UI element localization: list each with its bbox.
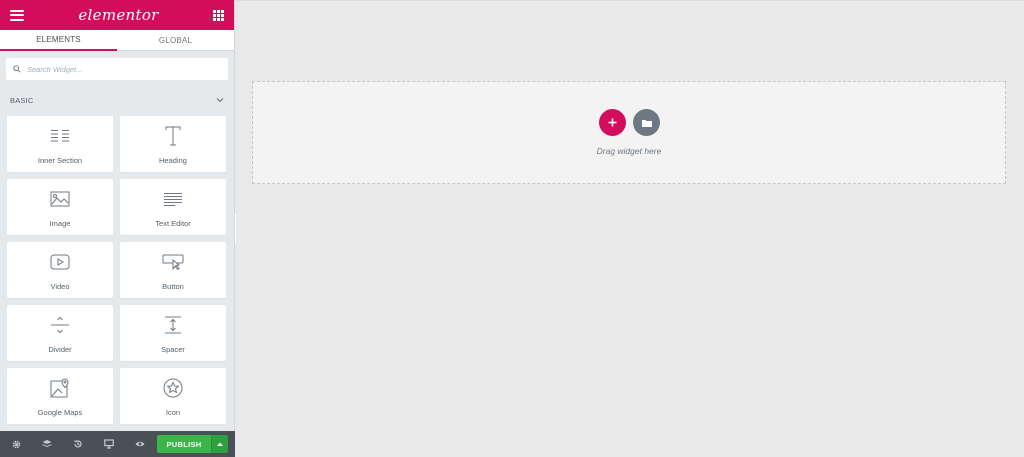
panel-tabs: ELEMENTS GLOBAL bbox=[0, 30, 234, 51]
folder-icon bbox=[641, 119, 652, 127]
add-section-button[interactable] bbox=[599, 109, 626, 136]
navigator-icon[interactable] bbox=[42, 439, 52, 449]
widget-divider[interactable]: Divider bbox=[7, 305, 113, 361]
tab-global[interactable]: GLOBAL bbox=[117, 30, 234, 51]
widget-label: Image bbox=[49, 219, 71, 228]
settings-icon[interactable] bbox=[11, 439, 21, 449]
button-icon bbox=[162, 254, 184, 270]
category-label: BASIC bbox=[10, 95, 34, 105]
widget-label: Button bbox=[162, 282, 184, 291]
panel-footer: PUBLISH bbox=[0, 431, 235, 457]
spacer-icon bbox=[165, 316, 181, 334]
search-input[interactable] bbox=[27, 64, 207, 74]
drop-hint-text: Drag widget here bbox=[596, 146, 662, 156]
preview-canvas: Drag widget here bbox=[236, 0, 1024, 457]
star-icon bbox=[163, 378, 183, 398]
add-section-dropzone[interactable]: Drag widget here bbox=[252, 81, 1006, 184]
divider-icon bbox=[51, 316, 69, 334]
heading-icon bbox=[165, 126, 181, 146]
panel-header: elementor bbox=[0, 0, 234, 30]
widget-label: Video bbox=[50, 282, 70, 291]
widget-video[interactable]: Video bbox=[7, 242, 113, 298]
widget-inner-section[interactable]: Inner Section bbox=[7, 116, 113, 172]
widget-label: Inner Section bbox=[37, 156, 83, 165]
hamburger-icon[interactable] bbox=[10, 9, 24, 21]
widget-label: Text Editor bbox=[155, 219, 191, 228]
widget-image[interactable]: Image bbox=[7, 179, 113, 235]
widget-google-maps[interactable]: Google Maps bbox=[7, 368, 113, 424]
search-icon bbox=[13, 65, 21, 73]
add-template-button[interactable] bbox=[633, 109, 660, 136]
inner-section-icon bbox=[51, 130, 69, 142]
widget-label: Spacer bbox=[161, 345, 185, 354]
history-icon[interactable] bbox=[73, 439, 83, 449]
google-maps-icon bbox=[50, 378, 69, 398]
chevron-down-icon bbox=[216, 98, 224, 103]
preview-icon[interactable] bbox=[135, 439, 145, 449]
widget-text-editor[interactable]: Text Editor bbox=[120, 179, 226, 235]
image-icon bbox=[50, 191, 70, 207]
editor-panel: elementor ELEMENTS GLOBAL BASIC Inner Se… bbox=[0, 0, 235, 457]
tab-elements[interactable]: ELEMENTS bbox=[0, 30, 117, 51]
publish-options-button[interactable] bbox=[211, 435, 228, 453]
plus-icon bbox=[608, 118, 617, 127]
widget-label: Divider bbox=[48, 345, 72, 354]
widget-label: Heading bbox=[159, 156, 187, 165]
video-icon bbox=[50, 254, 70, 270]
chevron-up-icon bbox=[217, 442, 223, 446]
category-basic[interactable]: BASIC bbox=[0, 92, 234, 108]
widget-spacer[interactable]: Spacer bbox=[120, 305, 226, 361]
widget-grid: Inner Section Heading Image Text Editor … bbox=[7, 116, 228, 424]
widget-button[interactable]: Button bbox=[120, 242, 226, 298]
widget-label: Icon bbox=[165, 408, 181, 417]
elementor-logo: elementor bbox=[78, 6, 159, 24]
widget-heading[interactable]: Heading bbox=[120, 116, 226, 172]
text-editor-icon bbox=[164, 192, 182, 206]
search-box bbox=[6, 58, 228, 80]
publish-button[interactable]: PUBLISH bbox=[157, 435, 211, 453]
widget-label: Google Maps bbox=[37, 408, 83, 417]
grid-icon[interactable] bbox=[213, 9, 224, 21]
responsive-icon[interactable] bbox=[104, 439, 114, 449]
widget-icon[interactable]: Icon bbox=[120, 368, 226, 424]
